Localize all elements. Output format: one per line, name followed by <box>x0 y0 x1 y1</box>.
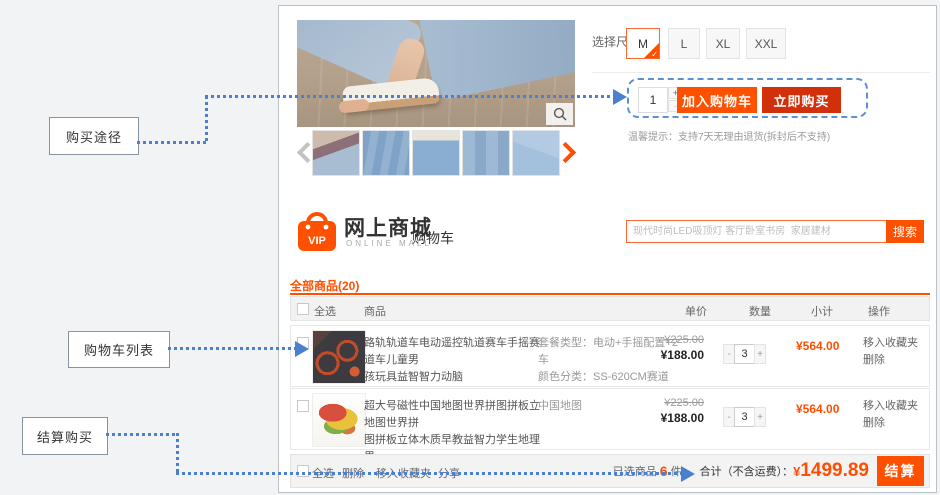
product-image-china-map[interactable] <box>312 393 366 447</box>
product-spec-line: 颜色分类：SS-620CM赛道 <box>538 369 688 386</box>
product-thumbnail[interactable] <box>512 130 560 176</box>
magnifier-icon[interactable] <box>546 103 573 125</box>
currency-symbol: ¥ <box>793 464 800 479</box>
old-price: ¥225.00 <box>644 334 704 346</box>
total-amount: 1499.89 <box>800 460 869 482</box>
buy-now-button[interactable]: 立即购买 <box>762 87 841 113</box>
old-price: ¥225.00 <box>644 397 704 409</box>
annotation-label: 购物车列表 <box>84 340 154 359</box>
size-option-label: L <box>681 37 688 51</box>
qty-value[interactable]: 3 <box>734 344 755 364</box>
header-product: 商品 <box>364 303 386 319</box>
cart-row: 超大号磁性中国地图世界拼图拼板立地图世界拼 图拼板立体木质早教益智力学生地理男 … <box>290 388 930 450</box>
product-main-image[interactable] <box>297 20 575 127</box>
page-title-cart: 购物车 <box>412 228 454 248</box>
selected-items-count: 6 <box>660 463 668 479</box>
row-actions: 移入收藏夹 删除 <box>863 335 918 369</box>
move-to-favorites-link[interactable]: 移入收藏夹 <box>863 398 918 415</box>
product-title[interactable]: 路轨轨道车电动遥控轨道赛车手摇赛道车儿童男 孩玩具益智智力动脑 <box>364 335 542 386</box>
annotation-purchase-path: 购买途径 <box>49 117 139 155</box>
vip-bag-logo-icon: VIP <box>295 210 339 254</box>
header-price: 单价 <box>685 303 707 319</box>
annotation-arrowhead <box>681 466 695 482</box>
size-option-l[interactable]: L <box>668 28 700 59</box>
foot-shape <box>338 98 369 113</box>
annotation-label: 购买途径 <box>66 127 122 146</box>
size-option-label: XXL <box>755 37 778 51</box>
svg-text:VIP: VIP <box>308 235 326 247</box>
footer-summary: 已选商品 6 件 合计（不含运费）： ¥ 1499.89 <box>613 455 869 487</box>
price-cell: ¥225.00 ¥188.00 <box>644 397 704 425</box>
return-policy-tip: 温馨提示：支持7天无理由退货(拆封后不支持) <box>628 128 830 143</box>
annotation-connector <box>176 433 179 475</box>
price-cell: ¥225.00 ¥188.00 <box>644 334 704 362</box>
subtotal: ¥564.00 <box>796 402 856 416</box>
cart-section-title: 全部商品(20) <box>290 277 359 294</box>
header-subtotal: 小计 <box>811 303 833 319</box>
qty-value[interactable]: 3 <box>734 407 755 427</box>
quantity-stepper: - 3 + <box>723 407 766 427</box>
header-action: 操作 <box>868 303 890 319</box>
search-input[interactable] <box>626 220 894 243</box>
selected-items-label: 已选商品 <box>613 463 657 479</box>
product-thumbnail[interactable] <box>462 130 510 176</box>
row-checkbox[interactable] <box>297 400 309 412</box>
qty-increase-button[interactable]: + <box>754 344 766 364</box>
annotation-connector <box>137 141 207 144</box>
product-title-line: 孩玩具益智智力动脑 <box>364 369 542 386</box>
product-thumbnail[interactable] <box>312 130 360 176</box>
size-option-label: XL <box>716 37 731 51</box>
add-to-cart-button[interactable]: 加入购物车 <box>677 87 757 113</box>
annotation-arrowhead <box>613 89 627 105</box>
cart-row: 路轨轨道车电动遥控轨道赛车手摇赛道车儿童男 孩玩具益智智力动脑 套餐类型：电动+… <box>290 325 930 387</box>
cart-table-header: 全选 商品 单价 数量 小计 操作 <box>290 296 930 321</box>
delete-link[interactable]: 删除 <box>863 352 918 369</box>
footer-select-all-checkbox[interactable] <box>297 465 309 477</box>
quantity-input[interactable]: 1 <box>638 87 668 113</box>
product-thumbnail[interactable] <box>412 130 460 176</box>
move-to-favorites-link[interactable]: 移入收藏夹 <box>863 335 918 352</box>
jeans-shape <box>417 20 575 102</box>
checkout-button[interactable]: 结算 <box>877 456 924 486</box>
current-price: ¥188.00 <box>644 411 704 425</box>
quantity-stepper: - 3 + <box>723 344 766 364</box>
check-icon: ✓ <box>651 50 658 59</box>
annotation-cart-list: 购物车列表 <box>68 331 170 368</box>
annotation-connector <box>205 96 208 144</box>
annotation-connector <box>176 472 682 475</box>
delete-link[interactable]: 删除 <box>863 415 918 432</box>
size-option-m[interactable]: M ✓ <box>626 28 660 59</box>
qty-increase-button[interactable]: + <box>754 407 766 427</box>
header-select-all: 全选 <box>314 303 336 319</box>
page: 选择尺码: M ✓ L XL XXL 1 + - 加入购物车 立即购买 温馨提示… <box>0 0 940 495</box>
annotation-connector <box>168 347 296 350</box>
current-price: ¥188.00 <box>644 348 704 362</box>
search-button[interactable]: 搜索 <box>886 220 924 243</box>
total-label: 合计（不含运费）： <box>700 463 794 479</box>
cart-footer-bar: 全选 删除 移入收藏夹 分享 已选商品 6 件 合计（不含运费）： ¥ 1499… <box>290 454 930 488</box>
divider <box>592 72 930 73</box>
header-qty: 数量 <box>749 303 771 319</box>
size-option-xl[interactable]: XL <box>706 28 740 59</box>
annotation-connector <box>205 95 614 98</box>
subtotal: ¥564.00 <box>796 339 856 353</box>
size-option-xxl[interactable]: XXL <box>746 28 786 59</box>
product-image-race-track[interactable] <box>312 330 366 384</box>
selected-items-unit: 件 <box>671 463 682 479</box>
annotation-connector <box>106 433 178 436</box>
row-actions: 移入收藏夹 删除 <box>863 398 918 432</box>
annotation-checkout: 结算购买 <box>22 417 108 455</box>
product-title-line: 路轨轨道车电动遥控轨道赛车手摇赛道车儿童男 <box>364 335 542 369</box>
annotation-arrowhead <box>295 341 309 357</box>
section-underline <box>290 293 930 295</box>
annotation-label: 结算购买 <box>37 427 93 446</box>
product-title-line: 超大号磁性中国地图世界拼图拼板立地图世界拼 <box>364 398 542 432</box>
product-thumbnail[interactable] <box>362 130 410 176</box>
select-all-checkbox[interactable] <box>297 303 309 315</box>
